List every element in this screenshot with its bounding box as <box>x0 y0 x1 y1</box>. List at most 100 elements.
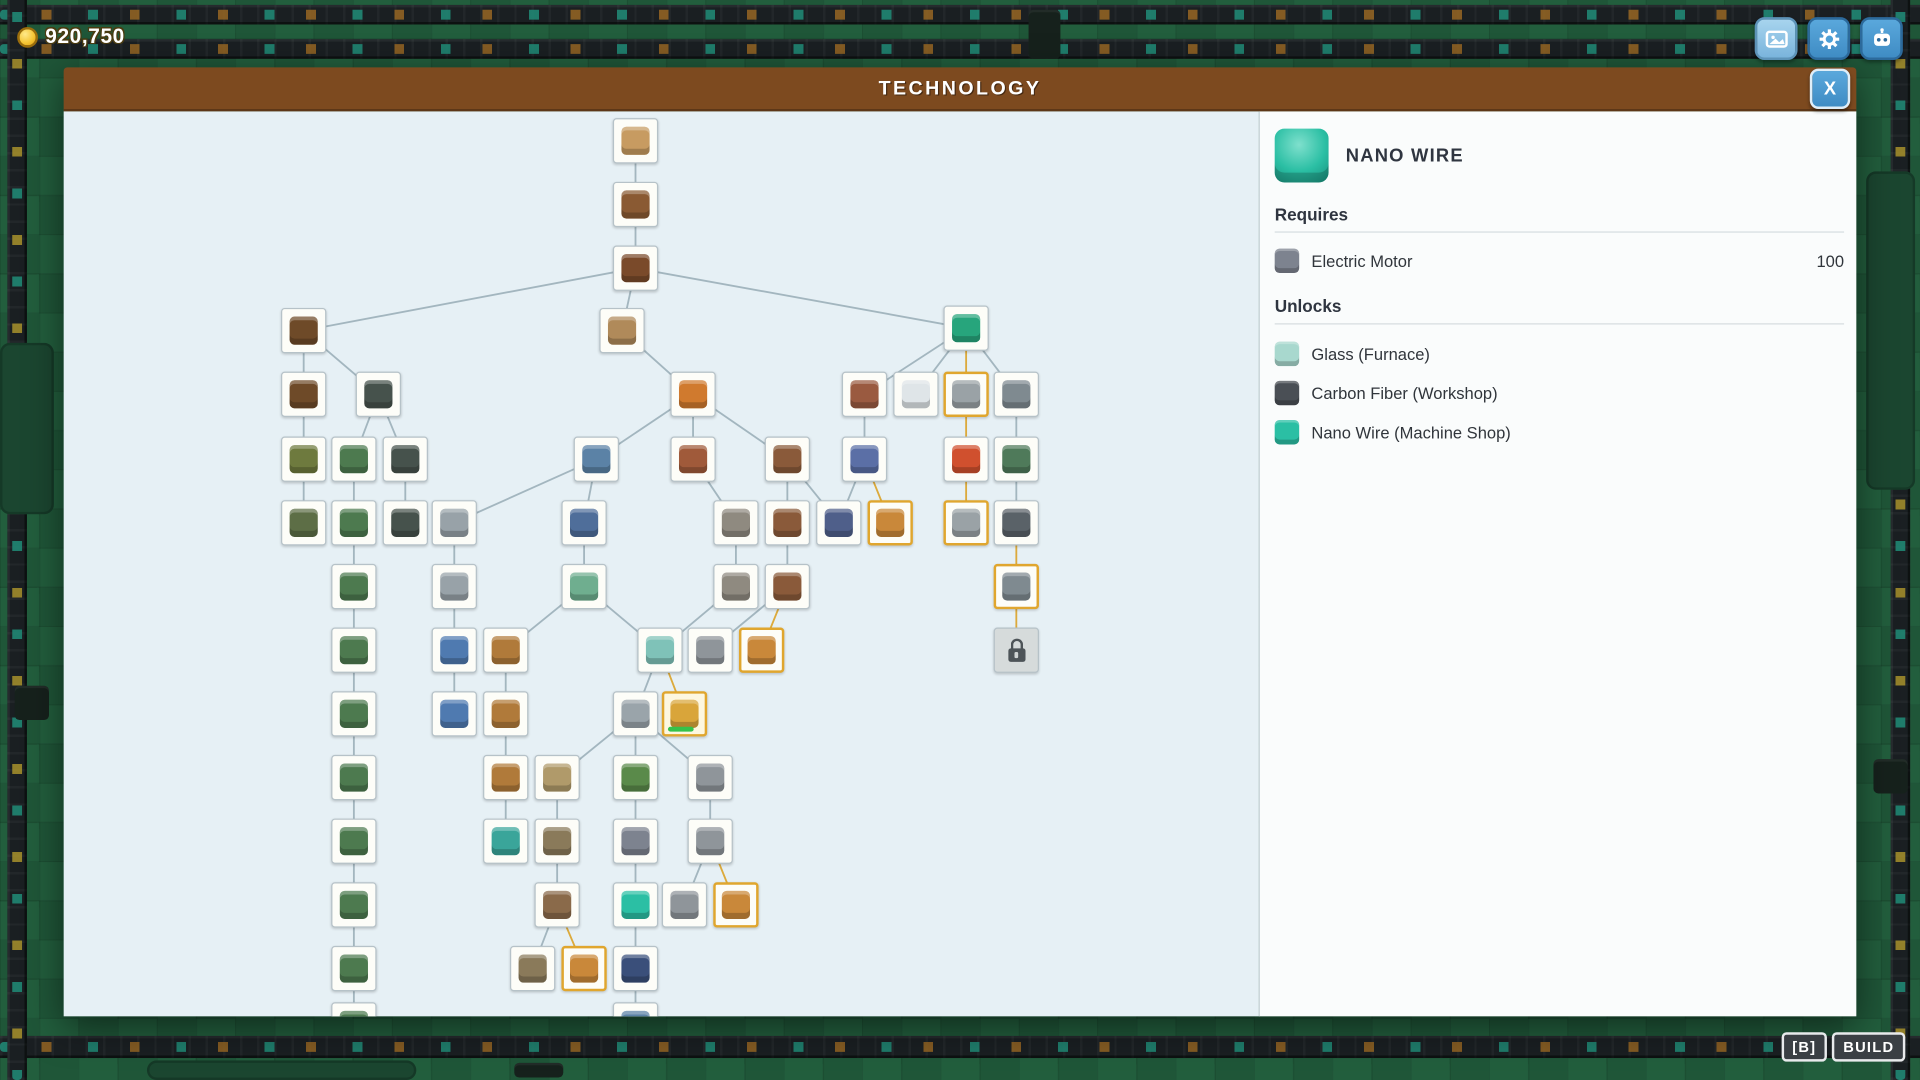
tech-node-big-tank[interactable] <box>432 564 477 609</box>
robots-button[interactable] <box>1860 17 1903 60</box>
tech-node-circuit-board[interactable] <box>534 755 579 800</box>
tech-node-storage-tent[interactable] <box>383 500 428 545</box>
build-button[interactable]: BUILD <box>1832 1032 1905 1061</box>
tech-node-advanced-press[interactable] <box>994 564 1039 609</box>
tech-node-alloy-plate[interactable] <box>662 882 707 927</box>
tech-node-kiln[interactable] <box>765 437 810 482</box>
gear-icon <box>1817 26 1841 50</box>
tech-node-steel-plate[interactable] <box>688 819 733 864</box>
tech-node-green-roof-hut[interactable] <box>331 437 376 482</box>
tech-tree[interactable] <box>64 111 1259 1016</box>
tech-node-electric-motor[interactable] <box>613 819 658 864</box>
motor-assembly-icon <box>543 891 571 919</box>
tech-node-steel-beams[interactable] <box>613 691 658 736</box>
tech-node-assembler[interactable] <box>713 564 758 609</box>
tech-node-metal-plate[interactable] <box>688 755 733 800</box>
tech-node-solar-panel[interactable] <box>331 819 376 864</box>
tech-node-water-pump[interactable] <box>613 1002 658 1016</box>
tech-node-stone[interactable] <box>943 372 988 417</box>
tech-node-chemical-plant[interactable] <box>816 500 861 545</box>
tech-node-concrete-slab[interactable] <box>943 500 988 545</box>
tech-node-traffic-cone[interactable] <box>943 437 988 482</box>
tech-node-robot-dog[interactable] <box>713 882 758 927</box>
tech-node-robot-dog[interactable] <box>561 946 606 991</box>
tech-node-water-pump[interactable] <box>574 437 619 482</box>
tech-node-green-drum[interactable] <box>613 755 658 800</box>
tech-node-blue-barrel[interactable] <box>432 628 477 673</box>
tech-node-motor-assembly[interactable] <box>534 882 579 927</box>
blue-barrel-icon <box>440 636 468 664</box>
settings-button[interactable] <box>1807 17 1850 60</box>
tech-node-rope-coil[interactable] <box>599 308 644 353</box>
alloy-plate-icon <box>670 891 698 919</box>
tech-node-brick-building[interactable] <box>842 372 887 417</box>
divider <box>1275 231 1844 232</box>
tech-node-solar-panel[interactable] <box>331 882 376 927</box>
concrete-slab-icon <box>952 509 980 537</box>
tech-node-log-stack[interactable] <box>281 372 326 417</box>
tech-node-forge[interactable] <box>765 564 810 609</box>
tech-node-cooler-box[interactable] <box>561 500 606 545</box>
detail-panel: NANO WIRE Requires Electric Motor 100 Un… <box>1259 111 1857 1016</box>
tech-node-dark-press[interactable] <box>994 500 1039 545</box>
tech-node-workbench[interactable] <box>613 246 658 291</box>
tech-node-robotic-arm[interactable] <box>483 628 528 673</box>
tech-node-hydraulic-arm[interactable] <box>483 819 528 864</box>
assembler-icon <box>722 572 750 600</box>
tech-node-nano-wire[interactable] <box>613 882 658 927</box>
tech-node-water-tank[interactable] <box>432 500 477 545</box>
tech-node-palm-tree[interactable] <box>943 306 988 351</box>
unlock-row: Nano Wire (Machine Shop) <box>1275 413 1844 452</box>
solar-panel-icon <box>340 509 368 537</box>
solar-panel-icon <box>340 827 368 855</box>
tech-node-solar-panel[interactable] <box>331 1002 376 1016</box>
unlock-row: Carbon Fiber (Workshop) <box>1275 373 1844 412</box>
tech-node-blue-workshop[interactable] <box>842 437 887 482</box>
tech-node-metal-press[interactable] <box>994 372 1039 417</box>
tech-node-clay-furnace[interactable] <box>670 372 715 417</box>
close-button[interactable]: X <box>1810 69 1850 109</box>
tech-node-wood-gear[interactable] <box>613 182 658 227</box>
water-tank-icon <box>440 509 468 537</box>
tech-node-crane-arm[interactable] <box>483 755 528 800</box>
tech-node-solar-panel[interactable] <box>331 755 376 800</box>
tech-node-solar-panel[interactable] <box>331 946 376 991</box>
rope-coil-icon <box>608 317 636 345</box>
tech-node-chem-barrel[interactable] <box>432 691 477 736</box>
tech-node-camo-pack[interactable] <box>281 500 326 545</box>
solar-panel-icon <box>340 954 368 982</box>
tech-node-glass-sheet[interactable] <box>561 564 606 609</box>
tech-node-stamping-machine[interactable] <box>713 500 758 545</box>
robot-dog-icon <box>722 891 750 919</box>
tech-node-blast-furnace[interactable] <box>765 500 810 545</box>
robot-dog-icon <box>876 509 904 537</box>
tech-node-log-pile[interactable] <box>281 308 326 353</box>
tech-node-robotic-arm[interactable] <box>483 691 528 736</box>
tech-node-green-machine[interactable] <box>994 437 1039 482</box>
tech-node-machine-shop[interactable] <box>662 691 707 736</box>
tech-node-wood-plank[interactable] <box>613 118 658 163</box>
tech-node-drone-parts[interactable] <box>510 946 555 991</box>
tech-node-grinder[interactable] <box>688 628 733 673</box>
tech-node-leather-pack[interactable] <box>281 437 326 482</box>
metal-press-icon <box>1002 380 1030 408</box>
screenshot-button[interactable] <box>1755 17 1798 60</box>
drone-parts-icon <box>519 954 547 982</box>
palm-tree-icon <box>952 314 980 342</box>
log-pile-icon <box>290 317 318 345</box>
tech-node-cooling-plates[interactable] <box>637 628 682 673</box>
tech-node-shelter[interactable] <box>356 372 401 417</box>
tech-node-turbine[interactable] <box>613 946 658 991</box>
tech-node-robot-dog[interactable] <box>739 628 784 673</box>
tech-node-solar-panel[interactable] <box>331 628 376 673</box>
tech-node-gearbox[interactable] <box>534 819 579 864</box>
tech-node-snowman[interactable] <box>893 372 938 417</box>
tech-node-robot-dog[interactable] <box>868 500 913 545</box>
tech-node-dark-tent[interactable] <box>383 437 428 482</box>
tech-node-solar-panel[interactable] <box>331 500 376 545</box>
detail-title: NANO WIRE <box>1346 145 1464 166</box>
tech-node-solar-panel[interactable] <box>331 691 376 736</box>
tech-node-solar-panel[interactable] <box>331 564 376 609</box>
tech-node-locked-tech[interactable] <box>994 628 1039 673</box>
tech-node-smelter[interactable] <box>670 437 715 482</box>
